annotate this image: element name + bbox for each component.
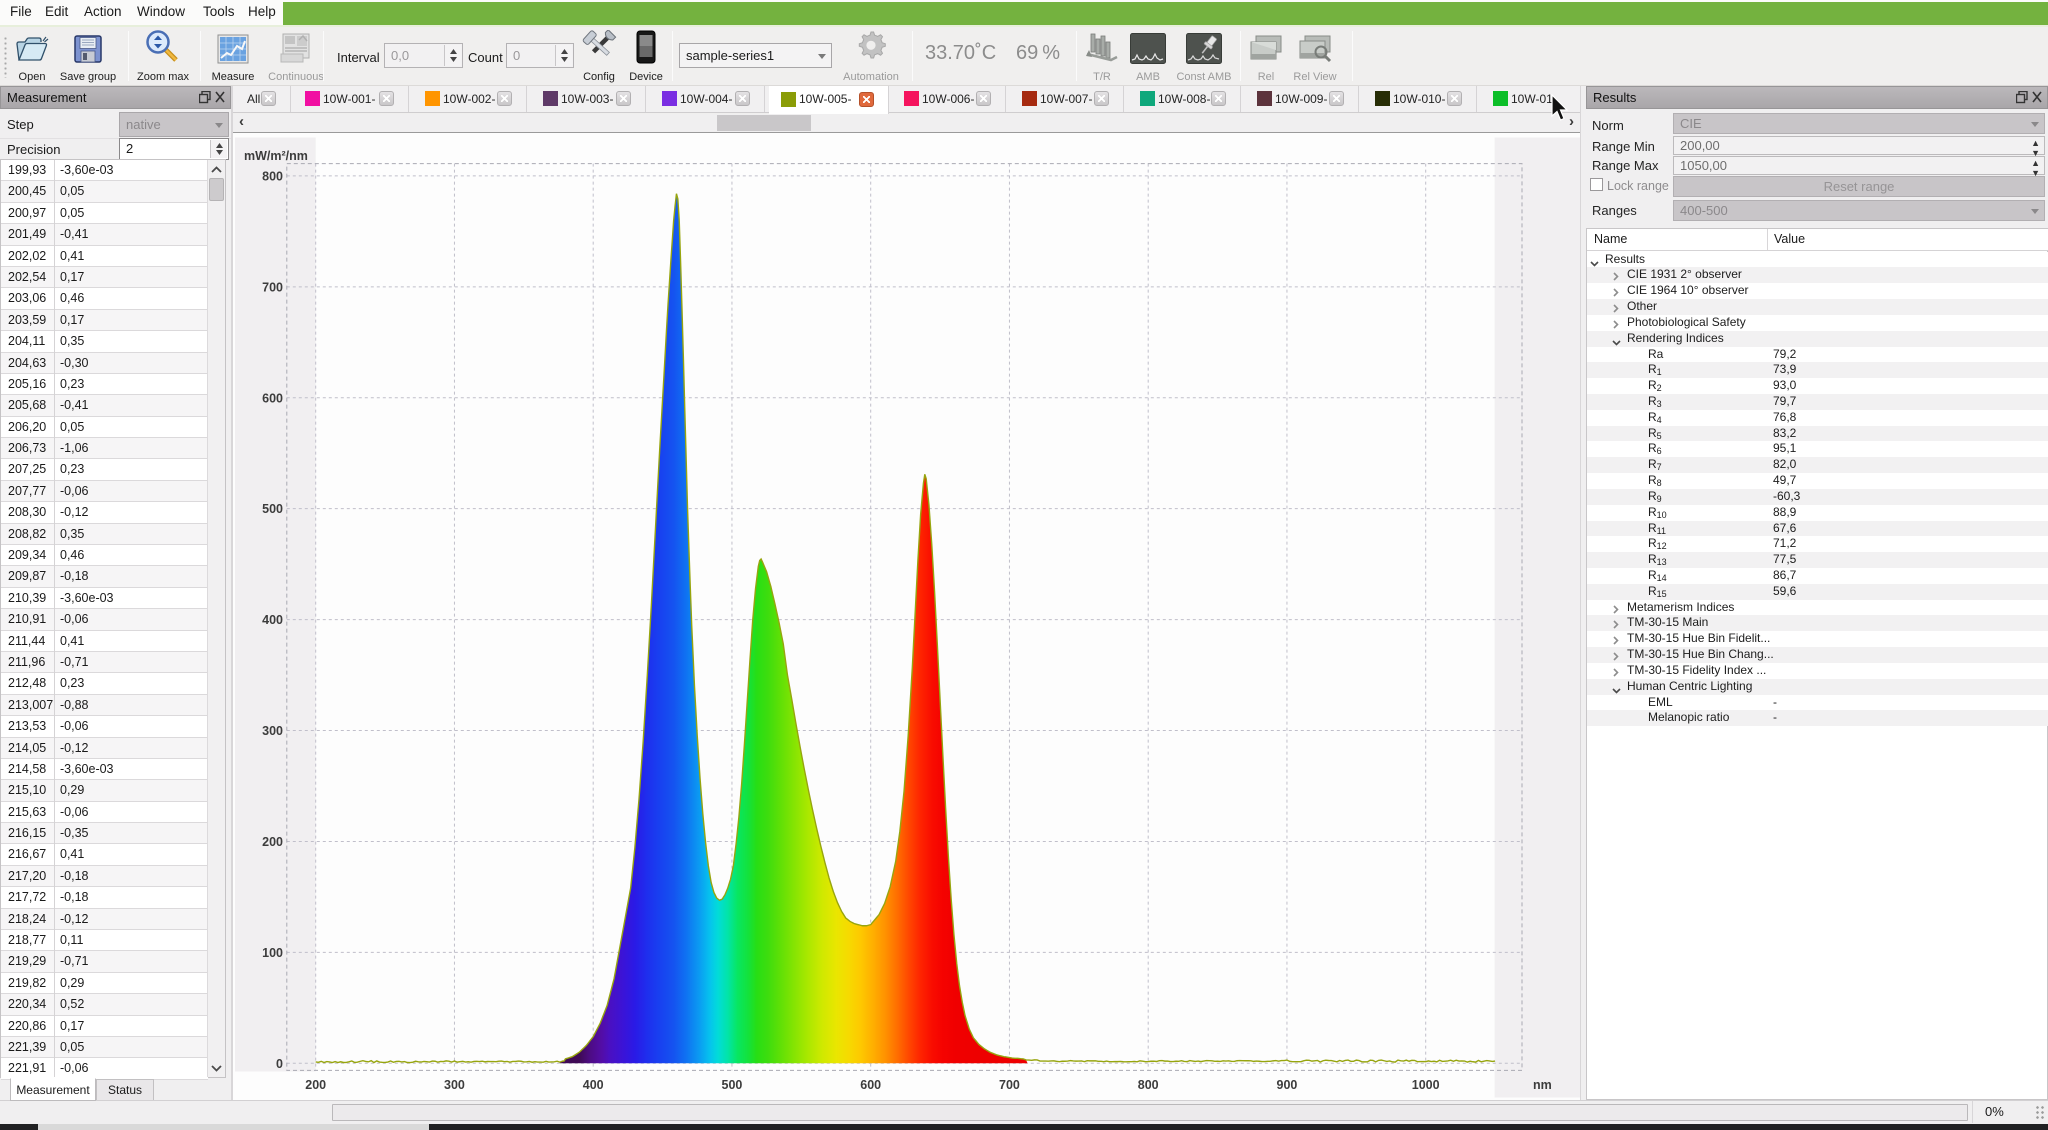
svg-text:400: 400 (262, 613, 283, 627)
svg-text:1000: 1000 (1412, 1078, 1440, 1092)
svg-text:mW/m²/nm: mW/m²/nm (244, 149, 308, 163)
svg-text:200: 200 (262, 835, 283, 849)
svg-text:800: 800 (1138, 1078, 1159, 1092)
svg-text:nm: nm (1533, 1078, 1552, 1092)
svg-text:700: 700 (999, 1078, 1020, 1092)
svg-text:0: 0 (276, 1057, 283, 1071)
svg-text:600: 600 (262, 391, 283, 405)
svg-text:700: 700 (262, 280, 283, 294)
svg-text:300: 300 (444, 1078, 465, 1092)
svg-text:300: 300 (262, 724, 283, 738)
svg-text:400: 400 (583, 1078, 604, 1092)
svg-text:100: 100 (262, 946, 283, 960)
svg-text:500: 500 (722, 1078, 743, 1092)
svg-text:200: 200 (305, 1078, 326, 1092)
svg-text:800: 800 (262, 169, 283, 183)
svg-text:500: 500 (262, 502, 283, 516)
svg-text:600: 600 (860, 1078, 881, 1092)
svg-text:900: 900 (1277, 1078, 1298, 1092)
